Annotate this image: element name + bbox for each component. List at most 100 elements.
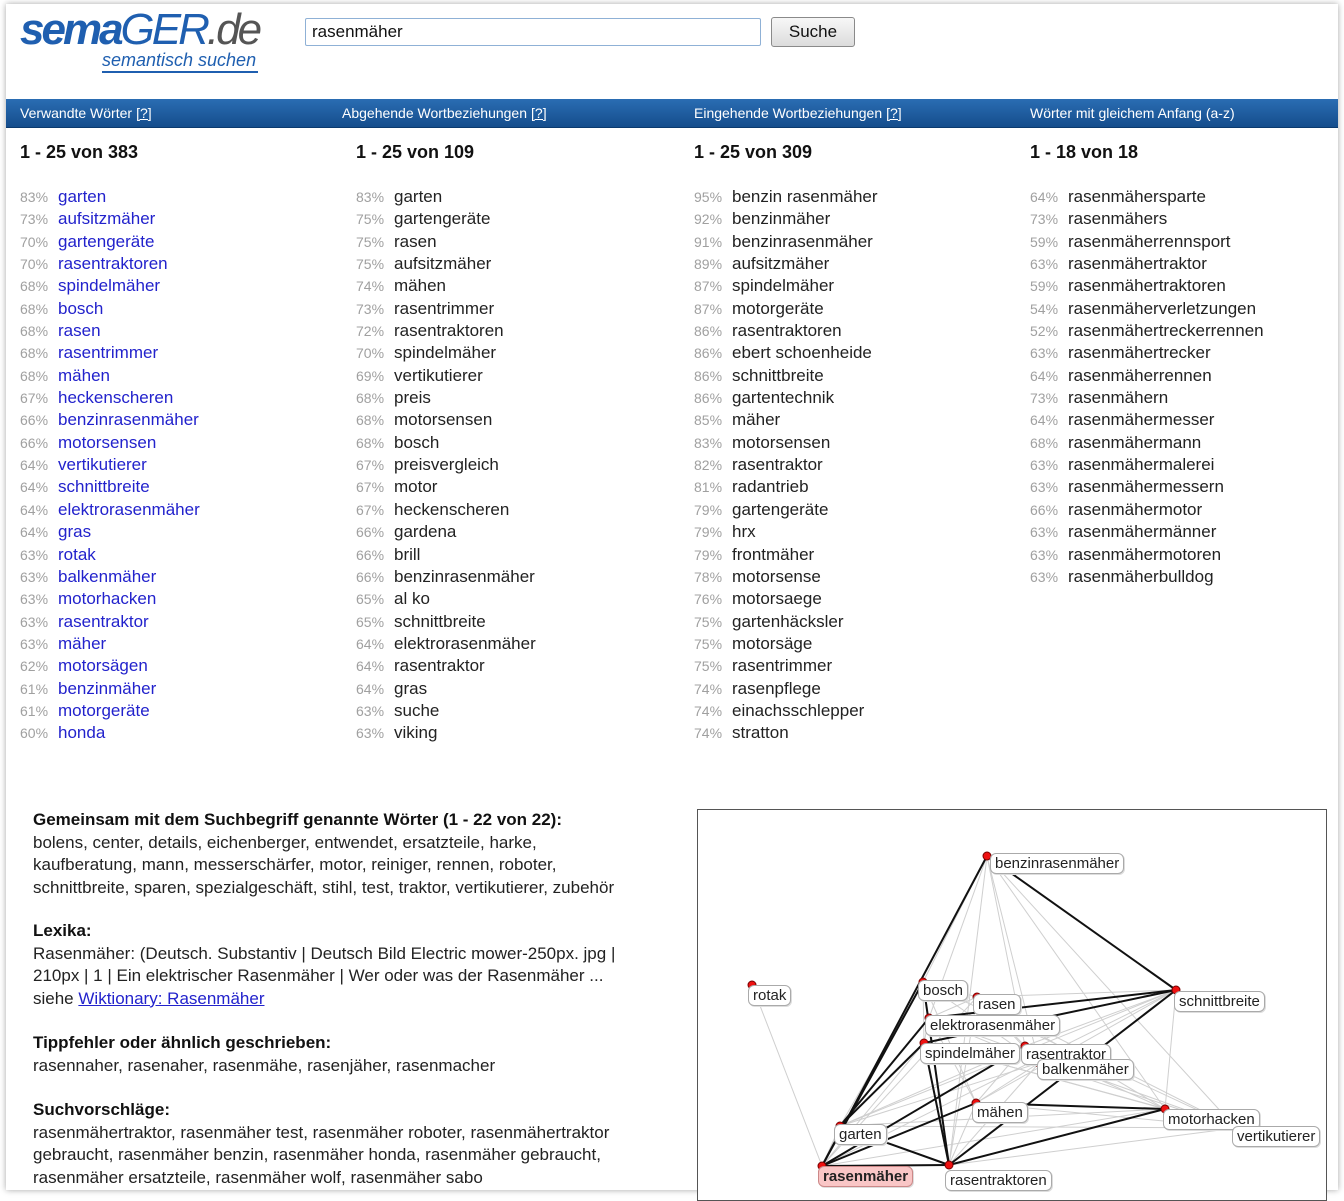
related-word[interactable]: rasenmähermalerei (1068, 455, 1214, 474)
related-word[interactable]: motorsense (732, 567, 821, 586)
related-word[interactable]: gartengeräte (394, 209, 490, 228)
related-word[interactable]: heckenscheren (394, 500, 509, 519)
wiktionary-link[interactable]: Wiktionary: Rasenmäher (78, 989, 264, 1008)
graph-node-garten[interactable]: garten (834, 1124, 887, 1145)
related-word[interactable]: motorsensen (394, 410, 492, 429)
graph-node-rasen[interactable]: rasen (973, 994, 1021, 1015)
related-word[interactable]: gartenhäcksler (732, 612, 844, 631)
related-word[interactable]: rasenmähermänner (1068, 522, 1216, 541)
related-word[interactable]: rasenmähers (1068, 209, 1167, 228)
tab-gleicher-anfang[interactable]: Wörter mit gleichem Anfang (a-z) (1030, 105, 1235, 121)
related-word[interactable]: rasenmähermann (1068, 433, 1201, 452)
graph-node-bosch[interactable]: bosch (918, 980, 969, 1001)
related-word[interactable]: schnittbreite (732, 366, 824, 385)
related-word[interactable]: rasentraktoren (58, 254, 168, 273)
related-word[interactable]: rasenmäherverletzungen (1068, 299, 1256, 318)
related-word[interactable]: rasenpflege (732, 679, 821, 698)
related-word[interactable]: elektrorasenmäher (58, 500, 200, 519)
related-word[interactable]: rasentrimmer (394, 299, 494, 318)
graph-node-schnittbreite[interactable]: schnittbreite (1174, 991, 1265, 1012)
tab-eingehende[interactable]: Eingehende Wortbeziehungen [?] (694, 105, 902, 121)
related-word[interactable]: benzinrasenmäher (732, 232, 873, 251)
related-word[interactable]: al ko (394, 589, 430, 608)
related-word[interactable]: preisvergleich (394, 455, 499, 474)
related-word[interactable]: spindelmäher (58, 276, 160, 295)
related-word[interactable]: rasentrimmer (58, 343, 158, 362)
related-word[interactable]: bosch (58, 299, 103, 318)
related-word[interactable]: gras (394, 679, 427, 698)
related-word[interactable]: motorgeräte (58, 701, 150, 720)
graph-node-rasenmaeher[interactable]: rasenmäher (818, 1166, 914, 1187)
graph-node-rasentraktoren[interactable]: rasentraktoren (945, 1170, 1052, 1191)
related-word[interactable]: suche (394, 701, 439, 720)
word-graph[interactable]: benzinrasenmäher rotak bosch rasen schnittbr… (697, 809, 1327, 1201)
help-link[interactable]: [?] (886, 105, 902, 121)
related-word[interactable]: honda (58, 723, 105, 742)
help-link[interactable]: [?] (531, 105, 547, 121)
related-word[interactable]: rasentraktoren (732, 321, 842, 340)
related-word[interactable]: motorsäge (732, 634, 812, 653)
related-word[interactable]: frontmäher (732, 545, 814, 564)
graph-node-elektrorasenmaeher[interactable]: elektrorasenmäher (925, 1015, 1061, 1036)
related-word[interactable]: mähen (58, 366, 110, 385)
related-word[interactable]: garten (58, 187, 106, 206)
related-word[interactable]: balkenmäher (58, 567, 156, 586)
related-word[interactable]: gras (58, 522, 91, 541)
related-word[interactable]: rasenmähermessern (1068, 477, 1224, 496)
graph-node-maehen[interactable]: mähen (972, 1102, 1028, 1123)
related-word[interactable]: benzin rasenmäher (732, 187, 878, 206)
related-word[interactable]: gartengeräte (732, 500, 828, 519)
graph-node-spindelmaeher[interactable]: spindelmäher (920, 1043, 1021, 1064)
related-word[interactable]: rasenmähertrecker (1068, 343, 1211, 362)
related-word[interactable]: vertikutierer (58, 455, 147, 474)
related-word[interactable]: rasenmähern (1068, 388, 1168, 407)
related-word[interactable]: benzinrasenmäher (58, 410, 199, 429)
related-word[interactable]: mähen (394, 276, 446, 295)
related-word[interactable]: elektrorasenmäher (394, 634, 536, 653)
related-word[interactable]: rasentraktor (58, 612, 149, 631)
tab-verwandte-woerter[interactable]: Verwandte Wörter [?] (20, 105, 152, 121)
tab-abgehende[interactable]: Abgehende Wortbeziehungen [?] (342, 105, 547, 121)
related-word[interactable]: stratton (732, 723, 789, 742)
search-input[interactable] (305, 18, 761, 46)
related-word[interactable]: gartengeräte (58, 232, 154, 251)
related-word[interactable]: rasenmähersparte (1068, 187, 1206, 206)
related-word[interactable]: rasenmäherrennsport (1068, 232, 1231, 251)
related-word[interactable]: rasentraktor (394, 656, 485, 675)
related-word[interactable]: heckenscheren (58, 388, 173, 407)
related-word[interactable]: aufsitzmäher (58, 209, 155, 228)
related-word[interactable]: rasenmähermotor (1068, 500, 1202, 519)
related-word[interactable]: spindelmäher (732, 276, 834, 295)
help-link[interactable]: [?] (136, 105, 152, 121)
related-word[interactable]: aufsitzmäher (732, 254, 829, 273)
related-word[interactable]: rotak (58, 545, 96, 564)
related-word[interactable]: motorgeräte (732, 299, 824, 318)
related-word[interactable]: rasenmähertraktoren (1068, 276, 1226, 295)
related-word[interactable]: gartentechnik (732, 388, 834, 407)
related-word[interactable]: motor (394, 477, 437, 496)
related-word[interactable]: rasenmähertreckerrennen (1068, 321, 1264, 340)
related-word[interactable]: motorsensen (732, 433, 830, 452)
related-word[interactable]: benzinrasenmäher (394, 567, 535, 586)
related-word[interactable]: rasentraktoren (394, 321, 504, 340)
related-word[interactable]: rasen (58, 321, 101, 340)
related-word[interactable]: benzinmäher (732, 209, 830, 228)
related-word[interactable]: rasenmäherbulldog (1068, 567, 1214, 586)
related-word[interactable]: bosch (394, 433, 439, 452)
related-word[interactable]: einachsschlepper (732, 701, 864, 720)
semager-logo[interactable]: semaGER.de semantisch suchen (20, 8, 290, 78)
related-word[interactable]: viking (394, 723, 437, 742)
related-word[interactable]: radantrieb (732, 477, 809, 496)
graph-node-dot[interactable] (944, 1160, 954, 1170)
related-word[interactable]: preis (394, 388, 431, 407)
graph-node-rotak[interactable]: rotak (748, 985, 792, 1006)
related-word[interactable]: benzinmäher (58, 679, 156, 698)
related-word[interactable]: garten (394, 187, 442, 206)
related-word[interactable]: brill (394, 545, 420, 564)
related-word[interactable]: mäher (732, 410, 780, 429)
related-word[interactable]: rasentrimmer (732, 656, 832, 675)
related-word[interactable]: gardena (394, 522, 456, 541)
related-word[interactable]: aufsitzmäher (394, 254, 491, 273)
related-word[interactable]: hrx (732, 522, 756, 541)
graph-node-vertikutierer[interactable]: vertikutierer (1232, 1126, 1321, 1147)
